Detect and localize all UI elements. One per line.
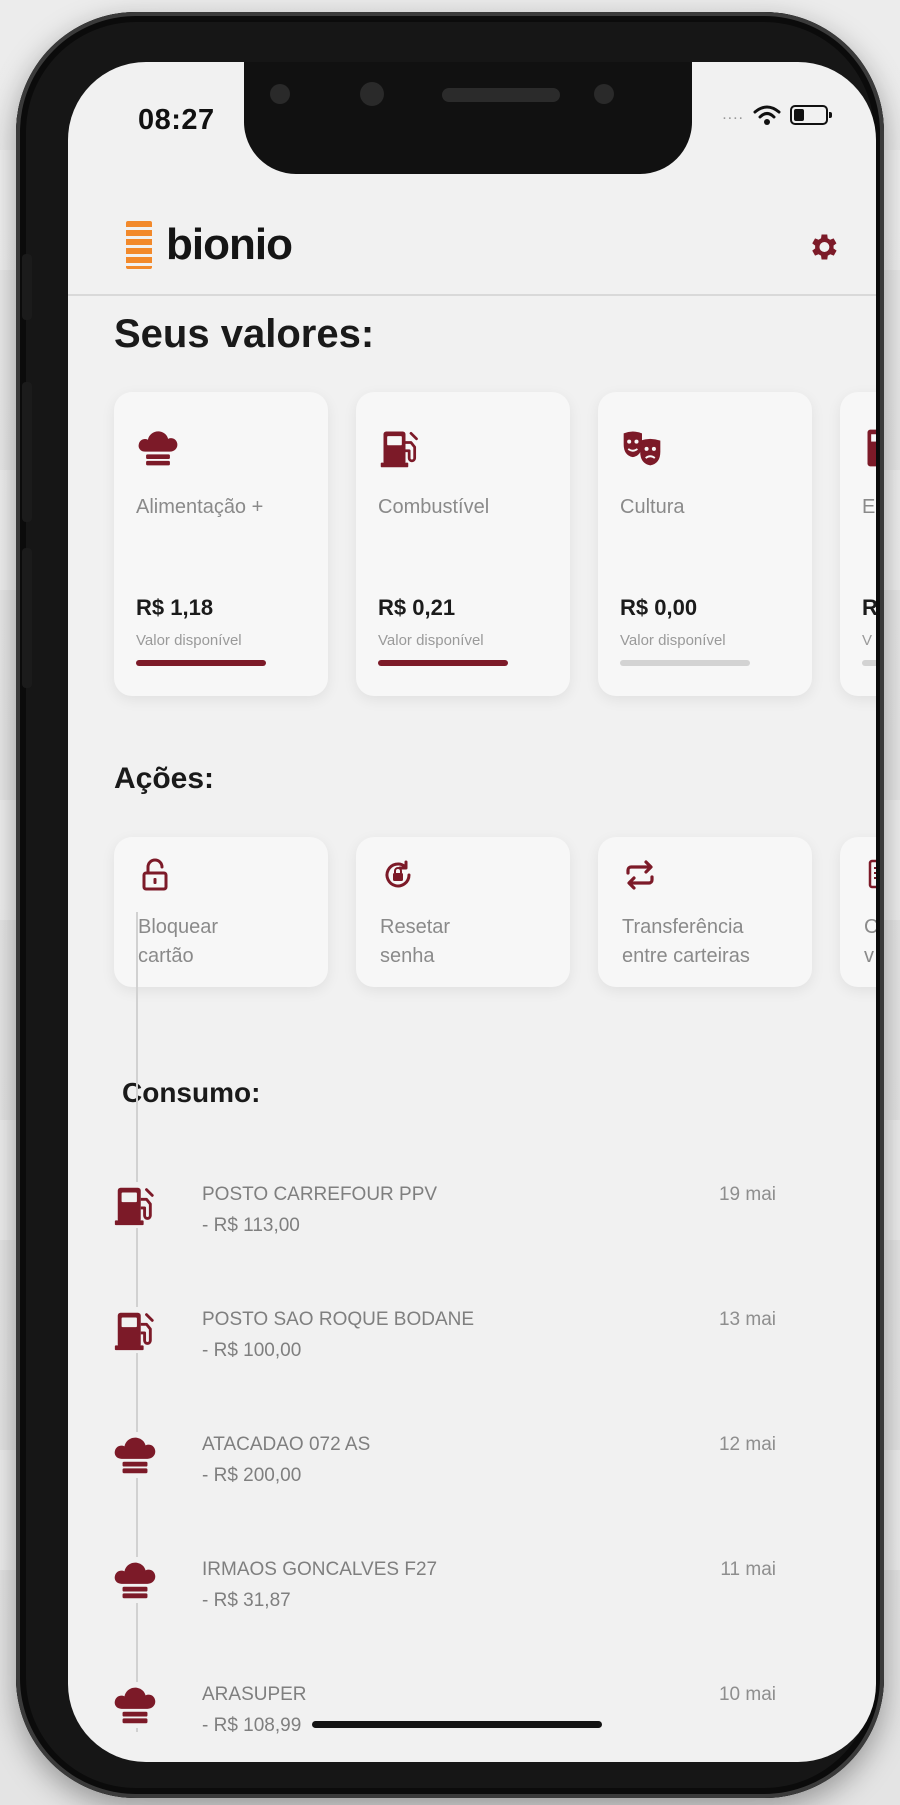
logo-text: bionio (166, 220, 293, 269)
fuel-pump-icon (112, 1182, 158, 1228)
card-name: Alimentação + (136, 496, 264, 518)
signal-dots: .... (722, 106, 744, 123)
card-name: Combustível (378, 496, 490, 518)
card-amount: R$ 0,00 (620, 595, 698, 620)
values-section-title: Seus valores: (114, 312, 375, 356)
transaction-merchant: IRMAOS GONCALVES F27 (202, 1559, 438, 1580)
card-amount: R$ 0,21 (378, 595, 456, 620)
status-icons: .... (722, 104, 832, 126)
transaction-merchant: POSTO CARREFOUR PPV (202, 1184, 438, 1205)
transaction-date: 11 mai (720, 1559, 776, 1580)
sensor-dot (594, 84, 614, 104)
gear-icon[interactable] (806, 230, 840, 264)
card-sublabel: V (862, 632, 873, 649)
home-indicator[interactable] (312, 1721, 602, 1728)
volume-down-button (22, 548, 32, 688)
value-card-cultura[interactable]: Cultura R$ 0,00 Valor disponível (598, 392, 812, 696)
transaction-row[interactable]: IRMAOS GONCALVES F27 - R$ 31,87 11 mai (68, 1557, 876, 1637)
transaction-amount: - R$ 31,87 (202, 1590, 291, 1611)
camera-notch (244, 62, 692, 174)
transaction-merchant: ATACADAO 072 AS (202, 1434, 371, 1455)
action-label: Bloquear cartão (138, 916, 219, 967)
wifi-icon (753, 105, 781, 125)
card-sublabel: Valor disponível (620, 632, 726, 649)
logo-mark-icon (126, 221, 152, 269)
transaction-merchant: POSTO SAO ROQUE BODANE (202, 1309, 475, 1330)
transaction-date: 19 mai (718, 1184, 776, 1205)
balance-bar (378, 660, 508, 666)
card-icon (867, 429, 876, 467)
action-block-card[interactable]: Bloquear cartão (114, 837, 328, 987)
action-label: Transferência entre carteiras (622, 916, 750, 967)
value-card-alimentacao[interactable]: Alimentação + R$ 1,18 Valor disponível (114, 392, 328, 696)
action-partial[interactable]: C v (840, 837, 876, 987)
mute-switch (22, 254, 32, 320)
chef-hat-icon (112, 1682, 158, 1728)
phone-frame: 08:27 .... bionio Seus valores: Alimenta… (16, 12, 884, 1798)
unlock-icon (142, 858, 168, 891)
battery-icon (790, 105, 832, 125)
fuel-pump-icon (380, 431, 418, 468)
value-card-combustivel[interactable]: Combustível R$ 0,21 Valor disponível (356, 392, 570, 696)
phone-screen: 08:27 .... bionio Seus valores: Alimenta… (68, 62, 876, 1762)
transaction-amount: - R$ 113,00 (202, 1215, 300, 1236)
transaction-row[interactable]: POSTO CARREFOUR PPV - R$ 113,00 19 mai (68, 1182, 876, 1262)
actions-section-title: Ações: (114, 762, 215, 795)
chef-hat-icon (112, 1432, 158, 1478)
transfer-icon (626, 860, 654, 890)
fuel-pump-icon (112, 1307, 158, 1353)
speaker-grille (442, 88, 560, 102)
transaction-date: 13 mai (718, 1309, 776, 1330)
chef-hat-icon (138, 431, 178, 466)
transaction-row[interactable]: ATACADAO 072 AS - R$ 200,00 12 mai (68, 1432, 876, 1512)
card-name: E (862, 496, 876, 518)
volume-up-button (22, 382, 32, 522)
card-amount: R (862, 595, 876, 620)
transaction-amount: - R$ 200,00 (202, 1465, 302, 1486)
balance-bar (862, 660, 876, 666)
bionio-logo: bionio (126, 220, 293, 270)
balance-bar-fill (136, 660, 266, 666)
values-cards-row: Alimentação + R$ 1,18 Valor disponível C… (114, 392, 876, 696)
action-label: C v (864, 916, 876, 967)
document-icon (868, 859, 876, 889)
app-header: bionio (68, 202, 876, 296)
transaction-row[interactable]: POSTO SAO ROQUE BODANE - R$ 100,00 13 ma… (68, 1307, 876, 1387)
transaction-date: 12 mai (718, 1434, 776, 1455)
reset-password-icon (385, 860, 411, 888)
transaction-date: 10 mai (718, 1684, 776, 1705)
card-sublabel: Valor disponível (136, 632, 242, 649)
card-sublabel: Valor disponível (378, 632, 484, 649)
transaction-amount: - R$ 108,99 (202, 1715, 302, 1736)
value-card-partial[interactable]: E R V (840, 392, 876, 696)
card-name: Cultura (620, 496, 685, 518)
balance-bar (620, 660, 750, 666)
theater-masks-icon (623, 431, 661, 466)
action-transfer[interactable]: Transferência entre carteiras (598, 837, 812, 987)
transaction-amount: - R$ 100,00 (202, 1340, 302, 1361)
balance-bar (136, 660, 266, 666)
status-time: 08:27 (138, 104, 215, 136)
consumption-section-title: Consumo: (122, 1077, 261, 1108)
sensor-dot (270, 84, 290, 104)
action-label: Resetar senha (380, 916, 451, 967)
action-reset-password[interactable]: Resetar senha (356, 837, 570, 987)
chef-hat-icon (112, 1557, 158, 1603)
camera-dot (360, 82, 384, 106)
actions-row: Bloquear cartão Resetar senha Transferên… (114, 837, 876, 987)
card-amount: R$ 1,18 (136, 595, 214, 620)
balance-bar-fill (378, 660, 508, 666)
transaction-merchant: ARASUPER (202, 1684, 307, 1705)
